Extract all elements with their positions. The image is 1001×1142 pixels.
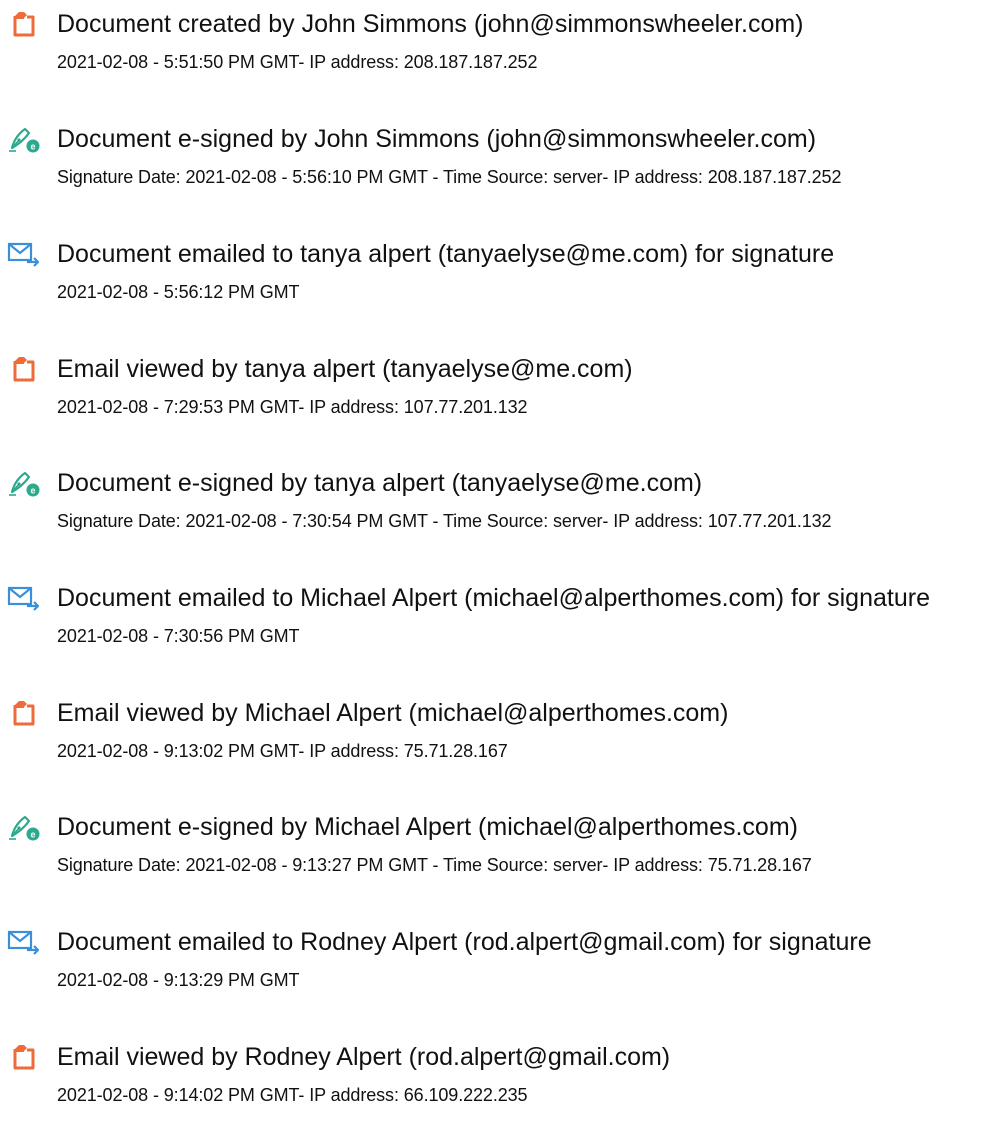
event-detail: 2021-02-08 - 5:56:12 PM GMT: [57, 282, 300, 302]
audit-event: Document created by John Simmons (john@s…: [0, 9, 1001, 109]
audit-event: Document emailed to tanya alpert (tanyae…: [0, 239, 1001, 339]
email-send-icon: [7, 239, 41, 269]
svg-text:e: e: [30, 830, 35, 840]
document-icon: [7, 9, 41, 39]
event-title: Document emailed to Michael Alpert (mich…: [57, 584, 930, 612]
audit-event: Email viewed by Michael Alpert (michael@…: [0, 698, 1001, 798]
event-title: Document e-signed by John Simmons (john@…: [57, 125, 817, 153]
event-detail: 2021-02-08 - 9:14:02 PM GMT- IP address:…: [57, 1085, 528, 1105]
event-detail: 2021-02-08 - 5:51:50 PM GMT- IP address:…: [57, 52, 538, 72]
document-icon: [7, 698, 41, 728]
event-detail: Signature Date: 2021-02-08 - 7:30:54 PM …: [57, 511, 832, 531]
event-detail: 2021-02-08 - 7:30:56 PM GMT: [57, 626, 300, 646]
event-title: Document e-signed by Michael Alpert (mic…: [57, 813, 798, 841]
e-sign-pen-icon: e: [7, 124, 41, 154]
event-title: Email viewed by Rodney Alpert (rod.alper…: [57, 1043, 671, 1071]
audit-event: Email viewed by Rodney Alpert (rod.alper…: [0, 1042, 1001, 1142]
event-detail: 2021-02-08 - 9:13:29 PM GMT: [57, 970, 300, 990]
audit-event: Document emailed to Michael Alpert (mich…: [0, 583, 1001, 683]
audit-event: Email viewed by tanya alpert (tanyaelyse…: [0, 354, 1001, 454]
event-title: Document emailed to tanya alpert (tanyae…: [57, 240, 835, 268]
audit-event: Document emailed to Rodney Alpert (rod.a…: [0, 927, 1001, 1027]
event-detail: 2021-02-08 - 9:13:02 PM GMT- IP address:…: [57, 741, 508, 761]
svg-text:e: e: [30, 486, 35, 496]
e-sign-pen-icon: e: [7, 812, 41, 842]
event-detail: 2021-02-08 - 7:29:53 PM GMT- IP address:…: [57, 397, 528, 417]
event-title: Document emailed to Rodney Alpert (rod.a…: [57, 928, 872, 956]
event-title: Email viewed by Michael Alpert (michael@…: [57, 699, 729, 727]
audit-event: e Document e-signed by tanya alpert (tan…: [0, 468, 1001, 568]
document-icon: [7, 1042, 41, 1072]
audit-event: e Document e-signed by Michael Alpert (m…: [0, 812, 1001, 912]
e-sign-pen-icon: e: [7, 468, 41, 498]
email-send-icon: [7, 583, 41, 613]
audit-event: e Document e-signed by John Simmons (joh…: [0, 124, 1001, 224]
event-detail: Signature Date: 2021-02-08 - 5:56:10 PM …: [57, 167, 842, 187]
event-title: Document created by John Simmons (john@s…: [57, 10, 804, 38]
event-title: Document e-signed by tanya alpert (tanya…: [57, 469, 703, 497]
email-send-icon: [7, 927, 41, 957]
event-title: Email viewed by tanya alpert (tanyaelyse…: [57, 355, 633, 383]
event-detail: Signature Date: 2021-02-08 - 9:13:27 PM …: [57, 855, 812, 875]
document-icon: [7, 354, 41, 384]
svg-text:e: e: [30, 142, 35, 152]
